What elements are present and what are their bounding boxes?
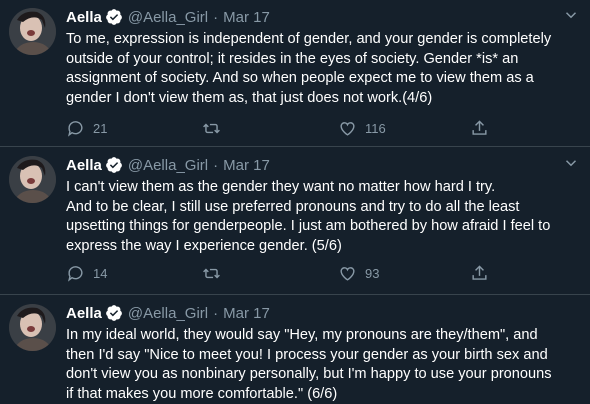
verified-badge-icon [105,9,122,25]
tweet-1[interactable]: Aella @Aella_Girl · Mar 17 To me, expres… [0,0,590,147]
tweet-date[interactable]: Mar 17 [223,157,270,174]
verified-badge-icon [105,305,122,321]
author-name[interactable]: Aella [66,157,102,174]
tweet-text: In my ideal world, they would say "Hey, … [66,327,552,402]
tweet-header: Aella @Aella_Girl · Mar 17 [66,302,576,324]
reply-icon [68,266,83,282]
separator-dot: · [213,156,219,174]
like-button[interactable]: 116 [338,119,386,138]
retweet-icon [203,268,220,279]
avatar[interactable] [9,304,56,351]
share-icon [472,120,487,135]
retweet-button[interactable] [202,264,229,283]
author-handle[interactable]: @Aella_Girl [128,157,208,174]
share-button[interactable] [470,264,489,283]
heart-icon [340,122,355,136]
author-handle[interactable]: @Aella_Girl [128,9,208,26]
author-name[interactable]: Aella [66,9,102,26]
share-icon [472,265,487,280]
like-button[interactable]: 93 [338,264,379,283]
tweet-text: To me, expression is independent of gend… [66,31,552,106]
chevron-down-icon[interactable] [562,6,580,24]
avatar[interactable] [9,8,56,55]
tweet-2[interactable]: Aella @Aella_Girl · Mar 17 I can't view … [0,148,590,295]
tweet-actions: 14 93 [66,264,496,286]
tweet-header: Aella @Aella_Girl · Mar 17 [66,154,577,176]
chevron-down-icon[interactable] [562,154,580,172]
avatar-photo [9,304,56,351]
like-count: 93 [365,266,380,281]
avatar[interactable] [9,156,56,203]
avatar-photo [9,8,56,55]
tweet-actions: 21 116 [66,119,496,141]
reply-count: 14 [93,266,108,281]
like-count: 116 [365,121,386,136]
avatar-photo [9,156,56,203]
retweet-button[interactable] [202,119,229,138]
reply-button[interactable]: 14 [66,264,107,283]
tweet-date[interactable]: Mar 17 [223,9,270,26]
tweet-date[interactable]: Mar 17 [223,305,270,322]
separator-dot: · [213,8,219,26]
tweet-3[interactable]: Aella @Aella_Girl · Mar 17 In my ideal w… [0,296,590,402]
tweet-text: I can't view them as the gender they wan… [66,179,551,254]
reply-count: 21 [93,121,108,136]
reply-button[interactable]: 21 [66,119,107,138]
verified-badge-icon [105,157,122,173]
share-button[interactable] [470,119,489,138]
retweet-icon [203,123,220,134]
reply-icon [68,121,83,137]
separator-dot: · [213,304,219,322]
heart-icon [340,267,355,281]
tweet-header: Aella @Aella_Girl · Mar 17 [66,6,577,28]
author-name[interactable]: Aella [66,305,102,322]
author-handle[interactable]: @Aella_Girl [128,305,208,322]
